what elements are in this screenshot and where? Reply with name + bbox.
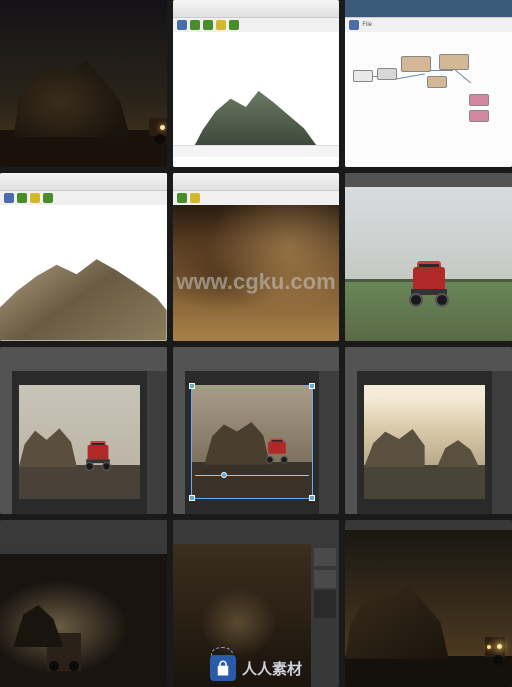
ps-toolbar[interactable] bbox=[0, 371, 12, 514]
graph-node[interactable] bbox=[439, 54, 469, 70]
ps-panels[interactable] bbox=[319, 371, 339, 514]
app-toolbar bbox=[173, 18, 340, 32]
ps-panels[interactable] bbox=[311, 544, 339, 687]
thumb-render-dusk[interactable] bbox=[0, 0, 167, 167]
thumb-truck-render[interactable] bbox=[345, 173, 512, 340]
tool-icon[interactable] bbox=[349, 20, 359, 30]
transform-handle[interactable] bbox=[189, 383, 195, 389]
tool-icon[interactable] bbox=[43, 193, 53, 203]
tool-icon[interactable] bbox=[216, 20, 226, 30]
ps-panels[interactable] bbox=[147, 371, 167, 514]
app-titlebar bbox=[173, 0, 340, 18]
graph-node[interactable] bbox=[377, 68, 397, 80]
ps-menubar bbox=[0, 347, 167, 371]
tool-icon[interactable] bbox=[190, 193, 200, 203]
thumb-ps-composite-1[interactable] bbox=[0, 347, 167, 514]
ps-panels[interactable] bbox=[492, 371, 512, 514]
ps-canvas[interactable] bbox=[357, 371, 492, 514]
ps-menubar bbox=[0, 520, 167, 544]
dark-toolbar bbox=[345, 520, 512, 530]
thumb-node-graph[interactable]: File bbox=[345, 0, 512, 167]
tool-icon[interactable] bbox=[4, 193, 14, 203]
rally-truck bbox=[266, 438, 288, 463]
tool-icon[interactable] bbox=[203, 20, 213, 30]
thumb-ps-sky[interactable] bbox=[345, 347, 512, 514]
tool-icon[interactable] bbox=[177, 20, 187, 30]
thumb-ps-dust-brush[interactable] bbox=[173, 520, 340, 687]
ps-menubar bbox=[345, 347, 512, 371]
graph-node-output[interactable] bbox=[469, 110, 489, 122]
thumb-render-final[interactable] bbox=[345, 520, 512, 687]
transform-handle[interactable] bbox=[309, 495, 315, 501]
rally-truck bbox=[85, 441, 111, 471]
tool-icon[interactable] bbox=[177, 193, 187, 203]
tool-icon[interactable] bbox=[190, 20, 200, 30]
rally-truck bbox=[409, 261, 449, 307]
ps-menubar bbox=[173, 347, 340, 371]
thumb-terrain-textured[interactable] bbox=[173, 173, 340, 340]
dark-toolbar bbox=[345, 173, 512, 187]
ps-canvas[interactable] bbox=[12, 371, 147, 514]
app-toolbar: File bbox=[345, 18, 512, 32]
ps-menubar bbox=[173, 520, 340, 544]
graph-node[interactable] bbox=[353, 70, 373, 82]
graph-node-output[interactable] bbox=[469, 94, 489, 106]
ps-canvas[interactable] bbox=[185, 371, 320, 514]
tool-icon[interactable] bbox=[17, 193, 27, 203]
thumb-ps-perspective[interactable] bbox=[173, 347, 340, 514]
app-toolbar bbox=[173, 191, 340, 205]
brush-outline[interactable] bbox=[211, 647, 233, 661]
transform-handle[interactable] bbox=[189, 495, 195, 501]
app-toolbar bbox=[0, 191, 167, 205]
ps-toolbar[interactable] bbox=[345, 371, 357, 514]
tool-icon[interactable] bbox=[30, 193, 40, 203]
thumbnail-grid: File bbox=[0, 0, 512, 687]
perspective-line[interactable] bbox=[195, 475, 309, 476]
ps-toolbar[interactable] bbox=[173, 371, 185, 514]
graph-node[interactable] bbox=[427, 76, 447, 88]
ps-options-bar bbox=[0, 544, 167, 554]
thumb-ps-dark-truck[interactable] bbox=[0, 520, 167, 687]
thumb-terrain-wire[interactable] bbox=[173, 0, 340, 167]
app-titlebar bbox=[0, 173, 167, 191]
graph-node[interactable] bbox=[401, 56, 431, 72]
menu-label[interactable]: File bbox=[362, 22, 372, 28]
transform-handle[interactable] bbox=[309, 383, 315, 389]
thumb-terrain-shaded[interactable] bbox=[0, 173, 167, 340]
tool-icon[interactable] bbox=[229, 20, 239, 30]
app-titlebar bbox=[173, 173, 340, 191]
app-titlebar bbox=[345, 0, 512, 18]
